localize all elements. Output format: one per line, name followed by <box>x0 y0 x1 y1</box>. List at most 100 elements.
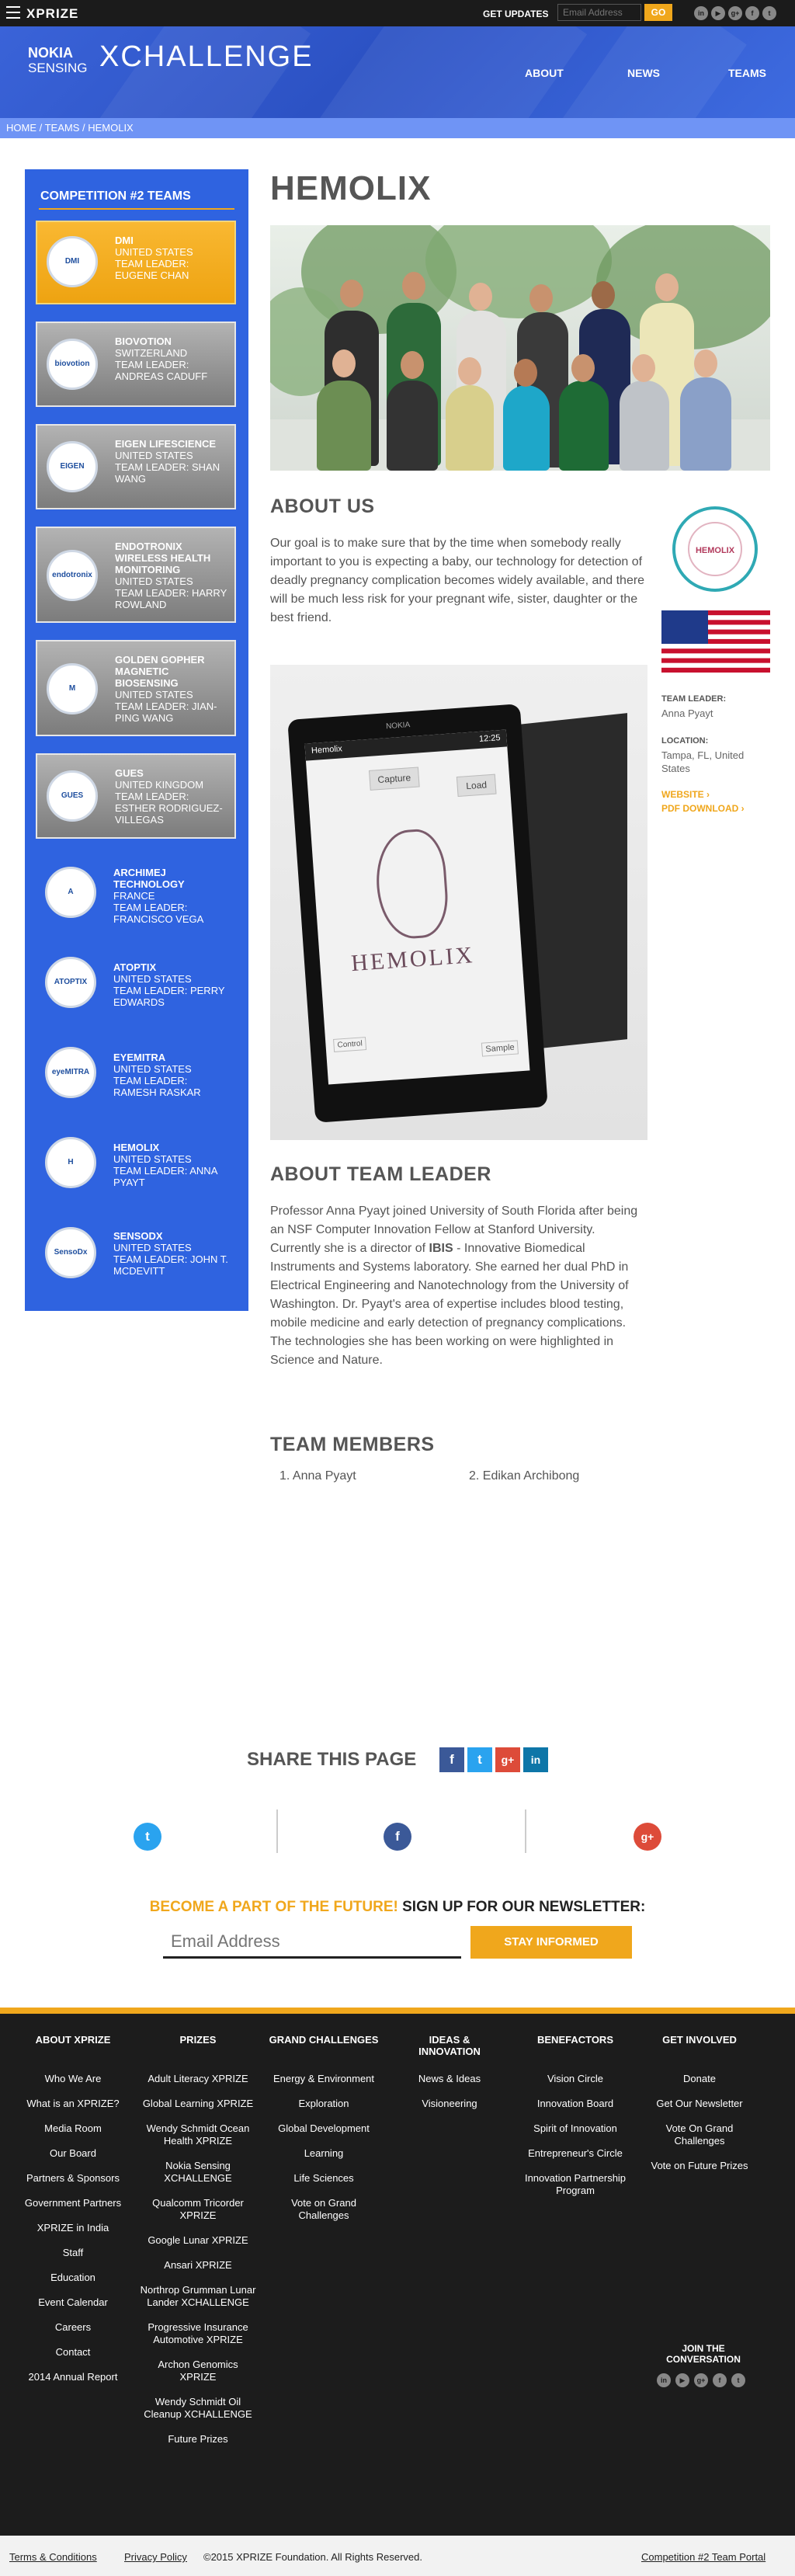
footer-link[interactable]: Entrepreneur's Circle <box>517 2147 634 2160</box>
twitter-icon[interactable]: t <box>134 1823 161 1851</box>
about-team-leader-heading: ABOUT TEAM LEADER <box>270 1163 491 1185</box>
youtube-icon[interactable]: ▶ <box>675 2373 689 2387</box>
footer-link[interactable]: Archon Genomics XPRIZE <box>140 2359 256 2383</box>
facebook-icon[interactable]: f <box>713 2373 727 2387</box>
team-card-biovotion[interactable]: biovotion BIOVOTION SWITZERLAND TEAM LEA… <box>36 322 236 407</box>
facebook-icon[interactable]: f <box>384 1823 411 1851</box>
footer-column-title: GRAND CHALLENGES <box>269 2034 379 2046</box>
share-google-plus-icon[interactable]: g+ <box>495 1747 520 1772</box>
xchallenge-logo[interactable]: XCHALLENGE <box>99 40 314 74</box>
pdf-download-link[interactable]: PDF DOWNLOAD › <box>661 803 745 814</box>
footer-link[interactable]: Adult Literacy XPRIZE <box>140 2073 256 2085</box>
footer-link[interactable]: Exploration <box>266 2098 382 2110</box>
footer-link[interactable]: News & Ideas <box>404 2073 495 2085</box>
footer-link[interactable]: Careers <box>15 2321 131 2334</box>
team-card-endotronix[interactable]: endotronix ENDOTRONIX WIRELESS HEALTH MO… <box>36 527 236 623</box>
footer-link[interactable]: Event Calendar <box>15 2296 131 2309</box>
team-portal-link[interactable]: Competition #2 Team Portal <box>641 2551 765 2563</box>
linkedin-icon[interactable]: in <box>694 6 708 20</box>
footer-link[interactable]: Google Lunar XPRIZE <box>140 2234 256 2247</box>
official-team-badge: HEMOLIX <box>672 506 758 592</box>
website-link[interactable]: WEBSITE › <box>661 789 710 800</box>
team-card-dmi[interactable]: DMI DMI UNITED STATES TEAM LEADER: EUGEN… <box>36 221 236 304</box>
footer-link[interactable]: Our Board <box>15 2147 131 2160</box>
team-logo-icon: SensoDx <box>45 1227 96 1278</box>
footer-link[interactable]: Global Development <box>266 2122 382 2135</box>
footer-column-grand-challenges: GRAND CHALLENGES Energy & Environment Ex… <box>266 2034 382 2234</box>
footer-link[interactable]: Government Partners <box>15 2197 131 2209</box>
nav-teams[interactable]: TEAMS <box>728 67 766 79</box>
youtube-icon[interactable]: ▶ <box>711 6 725 20</box>
team-card-hemolix[interactable]: H HEMOLIX UNITED STATES TEAM LEADER: ANN… <box>36 1126 236 1204</box>
teams-sidebar: COMPETITION #2 TEAMS DMI DMI UNITED STAT… <box>25 169 248 1311</box>
footer-link[interactable]: Vision Circle <box>517 2073 634 2085</box>
footer-link[interactable]: Donate <box>641 2073 758 2085</box>
hamburger-menu-icon[interactable] <box>6 6 20 19</box>
share-facebook-icon[interactable]: f <box>439 1747 464 1772</box>
google-plus-icon[interactable]: g+ <box>634 1823 661 1851</box>
go-button[interactable]: GO <box>644 4 672 21</box>
team-info: EYEMITRA UNITED STATES TEAM LEADER: RAME… <box>113 1052 201 1098</box>
divider <box>525 1809 526 1853</box>
team-card-sensodx[interactable]: SensoDx SENSODX UNITED STATES TEAM LEADE… <box>36 1216 236 1302</box>
stay-informed-button[interactable]: STAY INFORMED <box>470 1926 632 1959</box>
nokia-sensing-logo[interactable]: NOKIA SENSING <box>28 45 88 76</box>
footer-link[interactable]: Learning <box>266 2147 382 2160</box>
footer-link[interactable]: Wendy Schmidt Oil Cleanup XCHALLENGE <box>140 2396 256 2421</box>
footer-link[interactable]: Future Prizes <box>140 2433 256 2446</box>
facebook-icon[interactable]: f <box>745 6 759 20</box>
team-card-atoptix[interactable]: ATOPTIX ATOPTIX UNITED STATES TEAM LEADE… <box>36 946 236 1024</box>
footer-link[interactable]: Spirit of Innovation <box>517 2122 634 2135</box>
footer-link[interactable]: Innovation Partnership Program <box>517 2172 634 2197</box>
team-logo-icon: endotronix <box>47 550 98 601</box>
footer-link[interactable]: Vote on Future Prizes <box>641 2160 758 2172</box>
nav-about[interactable]: ABOUT <box>525 67 564 79</box>
footer-link[interactable]: Life Sciences <box>266 2172 382 2185</box>
footer-link[interactable]: Progressive Insurance Automotive XPRIZE <box>140 2321 256 2346</box>
nav-news[interactable]: NEWS <box>627 67 660 79</box>
location-label: LOCATION: <box>661 736 709 746</box>
team-card-eigen[interactable]: EIGEN EIGEN LIFESCIENCE UNITED STATES TE… <box>36 424 236 509</box>
footer-link[interactable]: Vote On Grand Challenges <box>641 2122 758 2147</box>
footer-link[interactable]: Northrop Grumman Lunar Lander XCHALLENGE <box>140 2284 256 2309</box>
footer-link[interactable]: Media Room <box>15 2122 131 2135</box>
footer-link[interactable]: Global Learning XPRIZE <box>140 2098 256 2110</box>
twitter-icon[interactable]: t <box>762 6 776 20</box>
footer-link[interactable]: Visioneering <box>404 2098 495 2110</box>
footer-link[interactable]: Wendy Schmidt Ocean Health XPRIZE <box>140 2122 256 2147</box>
footer-link[interactable]: Nokia Sensing XCHALLENGE <box>140 2160 256 2185</box>
team-card-eyemitra[interactable]: eyeMITRA EYEMITRA UNITED STATES TEAM LEA… <box>36 1036 236 1114</box>
footer-link[interactable]: Qualcomm Tricorder XPRIZE <box>140 2197 256 2222</box>
xprize-logo[interactable]: XPRIZE <box>26 6 78 22</box>
capture-button: Capture <box>369 767 420 791</box>
terms-link[interactable]: Terms & Conditions <box>9 2551 97 2563</box>
team-card-golden-gopher[interactable]: M GOLDEN GOPHER MAGNETIC BIOSENSING UNIT… <box>36 640 236 736</box>
linkedin-icon[interactable]: in <box>657 2373 671 2387</box>
footer-link[interactable]: Vote on Grand Challenges <box>266 2197 382 2222</box>
top-email-input[interactable] <box>557 4 641 21</box>
footer-link[interactable]: XPRIZE in India <box>15 2222 131 2234</box>
google-plus-icon[interactable]: g+ <box>694 2373 708 2387</box>
footer-link[interactable]: What is an XPRIZE? <box>15 2098 131 2110</box>
privacy-link[interactable]: Privacy Policy <box>124 2551 187 2563</box>
team-card-archimej[interactable]: A ARCHIMEJ TECHNOLOGY FRANCE TEAM LEADER… <box>36 856 236 933</box>
footer-link[interactable]: 2014 Annual Report <box>15 2371 131 2383</box>
google-plus-icon[interactable]: g+ <box>728 6 742 20</box>
footer-link[interactable]: Energy & Environment <box>266 2073 382 2085</box>
footer-link[interactable]: Who We Are <box>15 2073 131 2085</box>
newsletter-email-input[interactable] <box>163 1926 461 1959</box>
footer-link[interactable]: Ansari XPRIZE <box>140 2259 256 2272</box>
team-card-gues[interactable]: GUES GUES UNITED KINGDOM TEAM LEADER: ES… <box>36 753 236 839</box>
footer-link[interactable]: Contact <box>15 2346 131 2359</box>
footer-link[interactable]: Staff <box>15 2247 131 2259</box>
share-linkedin-icon[interactable]: in <box>523 1747 548 1772</box>
breadcrumb[interactable]: HOME / TEAMS / HEMOLIX <box>0 118 795 138</box>
twitter-icon[interactable]: t <box>731 2373 745 2387</box>
about-us-heading: ABOUT US <box>270 495 375 517</box>
footer-link[interactable]: Get Our Newsletter <box>641 2098 758 2110</box>
footer-link[interactable]: Innovation Board <box>517 2098 634 2110</box>
footer-link[interactable]: Education <box>15 2272 131 2284</box>
share-twitter-icon[interactable]: t <box>467 1747 492 1772</box>
footer-link[interactable]: Partners & Sponsors <box>15 2172 131 2185</box>
top-bar: XPRIZE GET UPDATES GO in ▶ g+ f t <box>0 0 795 26</box>
